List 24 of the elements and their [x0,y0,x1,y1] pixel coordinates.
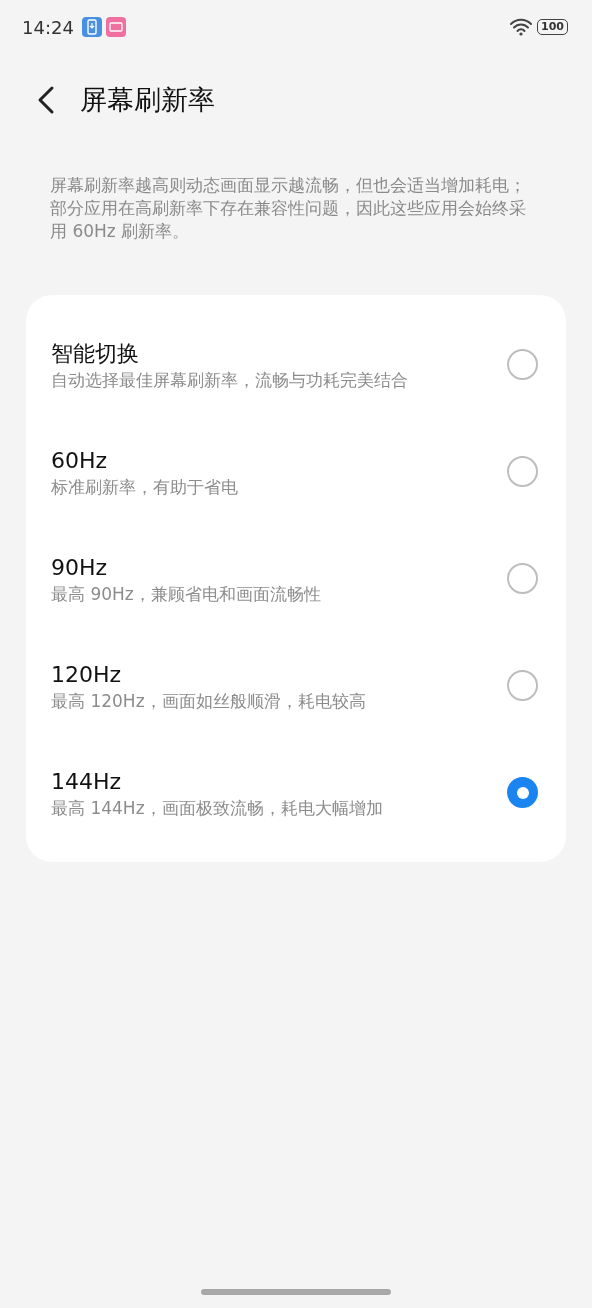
radio-button[interactable] [507,563,538,594]
phone-icon [81,17,102,37]
radio-button[interactable] [507,456,538,487]
description-text: 屏幕刷新率越高则动态画面显示越流畅，但也会适当增加耗电；部分应用在高刷新率下存在兼容性问题，因此这些应用会始终采用 60Hz 刷新率。 [49,174,527,243]
wifi-icon [509,18,534,36]
page-title: 屏幕刷新率 [80,82,215,117]
radio-button[interactable] [507,670,538,701]
option-title: 智能切换 [51,339,140,368]
status-time: 14:24 [22,15,74,40]
app-icon [105,17,126,37]
option-description: 标准刷新率，有助于省电 [51,475,239,498]
option-title: 90Hz [51,553,109,582]
radio-button[interactable] [507,349,538,380]
option-title: 120Hz [51,660,123,689]
home-indicator[interactable] [201,1289,391,1295]
battery-indicator: 100 [537,19,568,35]
option-title: 60Hz [51,446,109,475]
option-title: 144Hz [51,767,123,796]
option-description: 最高 144Hz，画面极致流畅，耗电大幅增加 [51,796,384,819]
option-description: 最高 90Hz，兼顾省电和画面流畅性 [51,582,322,605]
back-icon[interactable] [36,85,56,115]
option-description: 最高 120Hz，画面如丝般顺滑，耗电较高 [51,689,367,712]
radio-button[interactable] [507,777,538,808]
option-description: 自动选择最佳屏幕刷新率，流畅与功耗完美结合 [51,368,409,391]
